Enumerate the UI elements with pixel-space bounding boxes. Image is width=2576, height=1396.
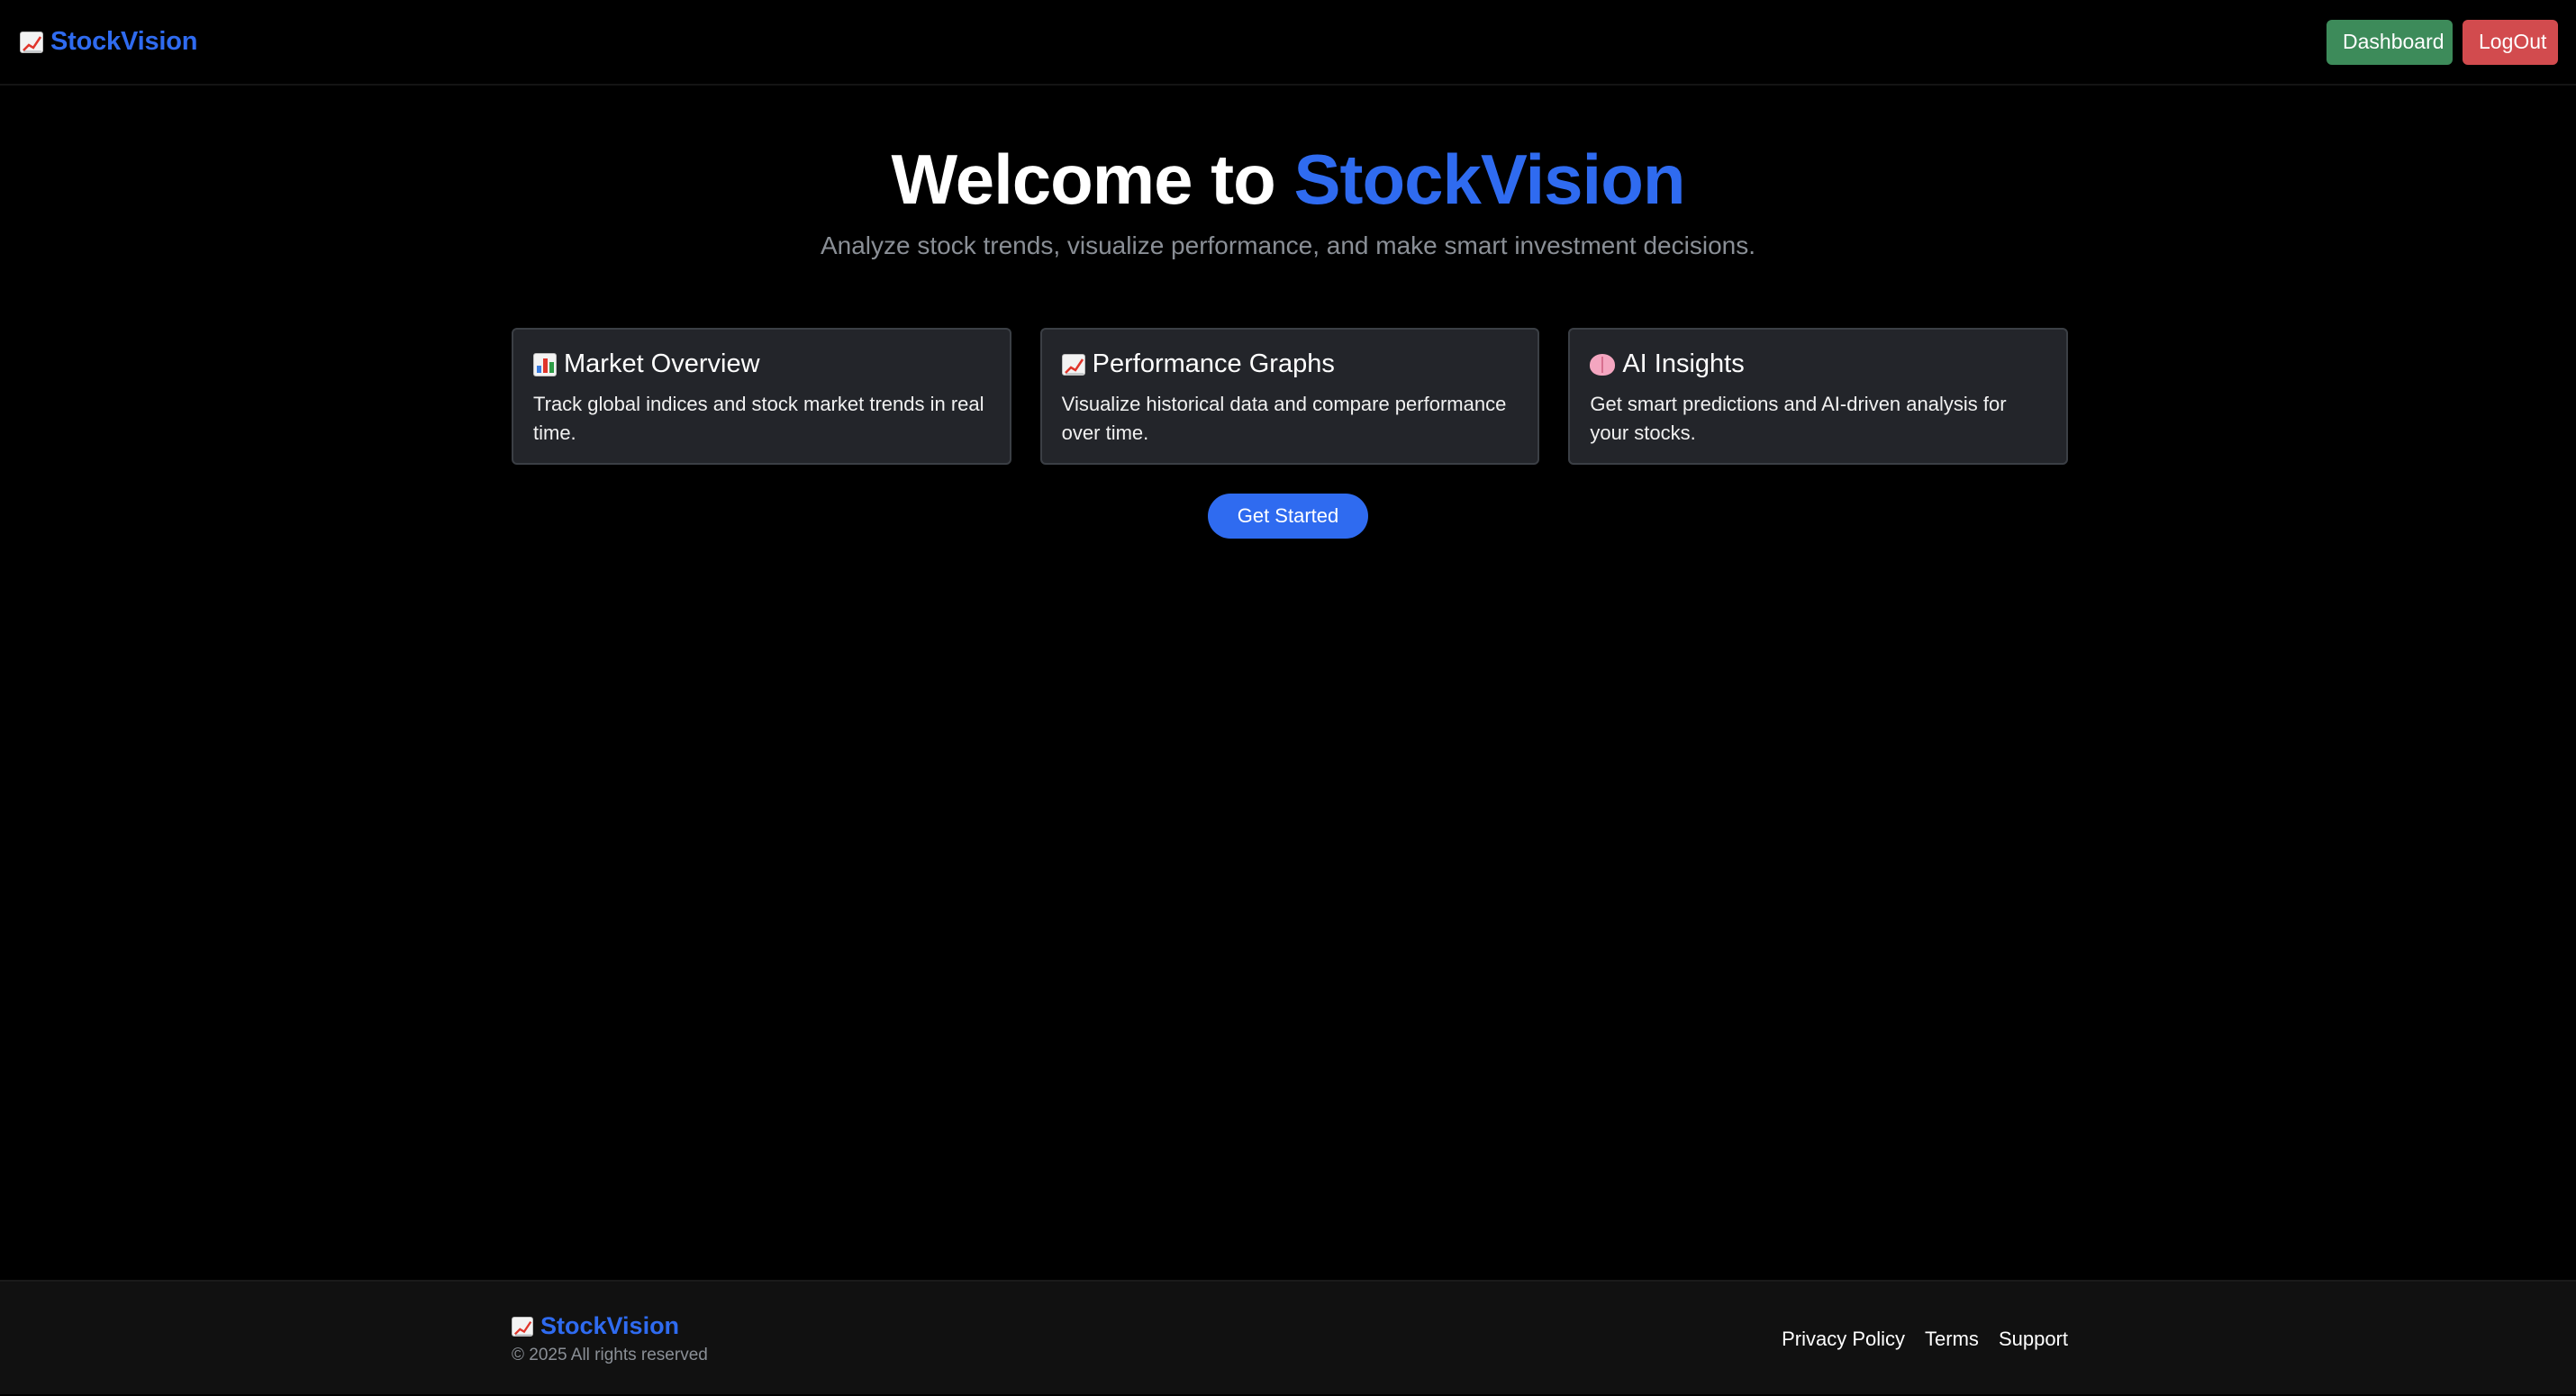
footer-brand-row[interactable]: StockVision [512, 1312, 708, 1340]
feature-cards: Market Overview Track global indices and… [512, 328, 2069, 465]
feature-card-market-overview: Market Overview Track global indices and… [512, 328, 1011, 465]
title-prefix: Welcome to [891, 140, 1275, 219]
card-title: Performance Graphs [1092, 349, 1335, 378]
footer-brand-name: StockVision [540, 1312, 680, 1339]
footer-link-privacy-policy[interactable]: Privacy Policy [1782, 1328, 1905, 1351]
card-title-row: Performance Graphs [1061, 349, 1520, 379]
brand-name: StockVision [50, 27, 198, 56]
chart-increasing-icon [20, 31, 43, 53]
card-title: Market Overview [564, 349, 760, 378]
hero-section: Welcome to StockVision Analyze stock tre… [0, 140, 2576, 260]
brain-icon [1590, 353, 1616, 376]
title-accent: StockVision [1293, 140, 1685, 219]
footer-inner: StockVision © 2025 All rights reserved P… [512, 1282, 2068, 1396]
footer-brand: StockVision © 2025 All rights reserved [512, 1312, 708, 1365]
hero-subtitle: Analyze stock trends, visualize performa… [820, 231, 1755, 259]
card-description: Visualize historical data and compare pe… [1061, 393, 1507, 444]
cta-container: Get Started [0, 494, 2576, 539]
footer-link-terms[interactable]: Terms [1925, 1328, 1979, 1351]
nav-actions: Dashboard LogOut [2327, 19, 2558, 65]
card-title-row: Market Overview [533, 349, 992, 379]
brand-logo-link[interactable]: StockVision [20, 27, 197, 57]
chart-increasing-icon [1061, 353, 1085, 376]
feature-card-ai-insights: AI Insights Get smart predictions and AI… [1568, 328, 2069, 465]
top-navbar: StockVision Dashboard LogOut [0, 0, 2576, 86]
logout-button[interactable]: LogOut [2463, 19, 2558, 65]
card-description: Get smart predictions and AI-driven anal… [1590, 393, 2007, 444]
footer-link-support[interactable]: Support [1999, 1328, 2068, 1351]
footer-copyright: © 2025 All rights reserved [512, 1346, 708, 1364]
page-title: Welcome to StockVision [0, 140, 2576, 221]
get-started-button[interactable]: Get Started [1208, 494, 1368, 539]
card-title: AI Insights [1622, 349, 1745, 378]
chart-increasing-icon [512, 1316, 533, 1337]
feature-card-performance-graphs: Performance Graphs Visualize historical … [1039, 328, 1540, 465]
bar-chart-icon [533, 352, 557, 376]
card-title-row: AI Insights [1590, 349, 2048, 379]
page-footer: StockVision © 2025 All rights reserved P… [0, 1280, 2576, 1394]
footer-links: Privacy Policy Terms Support [1782, 1328, 2068, 1351]
dashboard-button[interactable]: Dashboard [2327, 19, 2453, 65]
card-description: Track global indices and stock market tr… [533, 393, 984, 444]
